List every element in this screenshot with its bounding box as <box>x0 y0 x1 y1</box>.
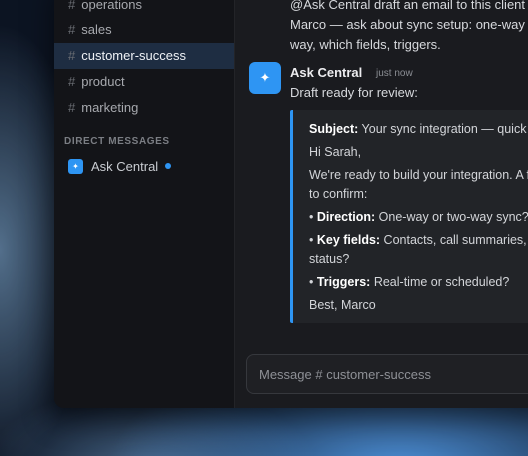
hash-icon: # <box>68 48 76 63</box>
draft-bullet-direction: • Direction: One-way or two-way sync? <box>309 210 528 224</box>
channel-label: customer-success <box>81 48 186 63</box>
direct-messages-heading: DIRECT MESSAGES <box>64 136 170 147</box>
sparkle-icon: ✦ <box>68 158 83 174</box>
bullet-label: Direction: <box>316 210 376 224</box>
app-window: # operations # sales # customer-success # pr… <box>54 0 528 408</box>
bullet-text: Real-time or scheduled? <box>370 275 510 289</box>
hash-icon: # <box>68 0 76 12</box>
sparkle-icon: ✦ <box>259 70 271 85</box>
draft-bullet-key-fields: • Key fields: Contacts, call summaries, … <box>309 233 528 247</box>
message-sender[interactable]: Ask Central <box>290 65 362 80</box>
draft-intro-line: We're ready to build your integration. A… <box>309 168 528 182</box>
previous-message-line: Marco — ask about sync setup: one-way or… <box>290 17 528 32</box>
dm-label: Ask Central <box>91 158 159 174</box>
channel-label: product <box>81 74 125 89</box>
bullet-text: Contacts, call summaries, deal <box>383 233 528 247</box>
previous-message-line: way, which fields, triggers. <box>290 37 441 52</box>
channel-label: operations <box>81 0 142 12</box>
draft-bullet-continuation: status? <box>309 252 350 266</box>
channel-label: sales <box>81 22 112 37</box>
online-status-dot <box>165 163 172 169</box>
sidebar: # operations # sales # customer-success # pr… <box>54 0 235 408</box>
channel-operations[interactable]: # operations <box>54 0 234 18</box>
message-timestamp: just now <box>376 68 413 79</box>
hash-icon: # <box>68 22 76 37</box>
channel-sales[interactable]: # sales <box>54 17 234 43</box>
hash-icon: # <box>68 100 76 115</box>
subject-label: Subject: <box>309 122 359 136</box>
channel-label: marketing <box>81 100 139 115</box>
message-composer[interactable] <box>246 354 528 394</box>
subject-text: Your sync integration — quick questions <box>361 122 528 136</box>
channel-product[interactable]: # product <box>54 69 234 95</box>
draft-bullet-triggers: • Triggers: Real-time or scheduled? <box>309 275 510 289</box>
draft-intro-line: to confirm: <box>309 187 368 201</box>
bullet-text: One-way or two-way sync? <box>375 210 528 224</box>
message-pane: @Ask Central draft an email to this clie… <box>235 0 528 408</box>
channel-customer-success[interactable]: # customer-success <box>54 43 234 69</box>
message-text: Draft ready for review: <box>290 85 418 100</box>
draft-signoff: Best, Marco <box>309 298 376 312</box>
email-draft-card: Subject: Your sync integration — quick q… <box>290 110 528 323</box>
previous-message-line: @Ask Central draft an email to this clie… <box>290 0 526 12</box>
draft-greeting: Hi Sarah, <box>309 145 362 159</box>
message-input[interactable] <box>259 365 528 383</box>
bullet-label: Triggers: <box>316 275 371 289</box>
hash-icon: # <box>68 74 76 89</box>
bullet-label: Key fields: <box>316 233 381 247</box>
draft-subject: Subject: Your sync integration — quick q… <box>309 122 528 136</box>
dm-ask-central[interactable]: ✦ Ask Central <box>68 157 172 175</box>
ask-central-avatar[interactable]: ✦ <box>249 62 281 94</box>
channel-marketing[interactable]: # marketing <box>54 95 234 121</box>
